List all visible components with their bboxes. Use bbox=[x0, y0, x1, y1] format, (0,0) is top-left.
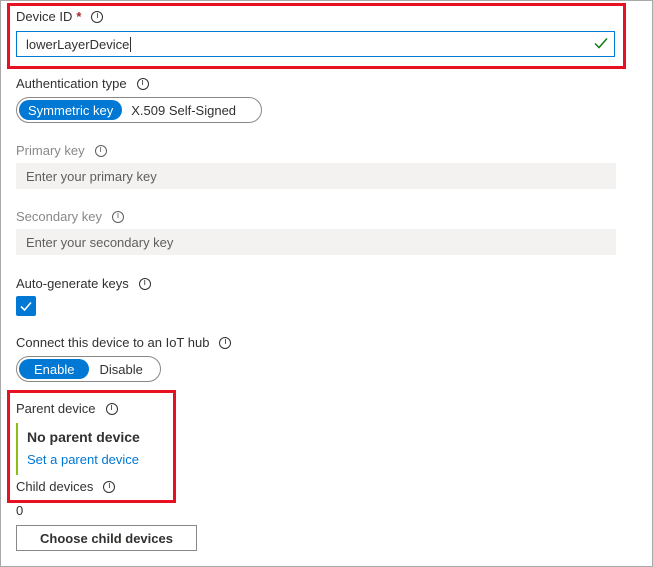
connect-hub-toggle: Enable Disable bbox=[16, 356, 161, 382]
auto-generate-checkbox[interactable] bbox=[16, 296, 36, 316]
primary-key-label: Primary key i bbox=[16, 143, 107, 158]
child-devices-count: 0 bbox=[16, 503, 24, 518]
secondary-key-placeholder: Enter your secondary key bbox=[26, 234, 174, 250]
connect-option-enable[interactable]: Enable bbox=[19, 359, 90, 379]
auth-option-x509-self-signed[interactable]: X.509 Self-Signed bbox=[122, 100, 245, 120]
connect-option-disable[interactable]: Disable bbox=[89, 359, 152, 379]
connect-hub-label-text: Connect this device to an IoT hub bbox=[16, 335, 210, 350]
connect-hub-label: Connect this device to an IoT hub i bbox=[16, 335, 232, 350]
highlight-box-device-id bbox=[7, 3, 626, 69]
highlight-box-parent-device bbox=[7, 390, 176, 503]
auto-generate-label: Auto-generate keys i bbox=[16, 276, 151, 291]
auth-type-label: Authentication type i bbox=[16, 76, 149, 91]
secondary-key-label: Secondary key i bbox=[16, 209, 124, 224]
auto-generate-label-text: Auto-generate keys bbox=[16, 276, 129, 291]
info-icon[interactable]: i bbox=[219, 336, 232, 349]
checkmark-icon bbox=[20, 301, 32, 312]
secondary-key-label-text: Secondary key bbox=[16, 209, 102, 224]
primary-key-label-text: Primary key bbox=[16, 143, 85, 158]
info-icon[interactable]: i bbox=[136, 77, 149, 90]
info-icon[interactable]: i bbox=[138, 277, 151, 290]
auth-type-toggle: Symmetric key X.509 Self-Signed bbox=[16, 97, 262, 123]
secondary-key-input[interactable]: Enter your secondary key bbox=[16, 229, 616, 255]
info-icon[interactable]: i bbox=[94, 144, 107, 157]
auth-type-label-text: Authentication type bbox=[16, 76, 127, 91]
auth-option-symmetric-key[interactable]: Symmetric key bbox=[19, 100, 123, 120]
info-icon[interactable]: i bbox=[112, 210, 124, 223]
choose-child-devices-button[interactable]: Choose child devices bbox=[16, 525, 197, 551]
primary-key-input[interactable]: Enter your primary key bbox=[16, 163, 616, 189]
primary-key-placeholder: Enter your primary key bbox=[26, 168, 157, 184]
